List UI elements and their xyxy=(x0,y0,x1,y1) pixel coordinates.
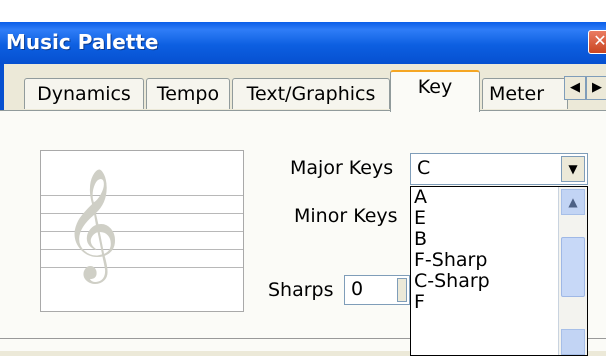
dropdown-arrow-icon[interactable]: ▼ xyxy=(561,156,585,182)
tab-text-graphics[interactable]: Text/Graphics xyxy=(232,78,390,109)
tab-tempo[interactable]: Tempo xyxy=(146,78,230,109)
tab-dynamics[interactable]: Dynamics xyxy=(24,78,144,109)
major-keys-dropdown-list: A E B F-Sharp C-Sharp F ▲ xyxy=(410,186,588,356)
sharps-label: Sharps xyxy=(268,279,334,301)
tab-label: Tempo xyxy=(156,83,220,105)
treble-clef-icon: 𝄞 xyxy=(63,167,120,279)
tab-label: Dynamics xyxy=(37,83,131,105)
title-bar[interactable]: Music Palette xyxy=(0,22,606,64)
tab-strip: Dynamics Tempo Text/Graphics Key Meter xyxy=(0,68,606,112)
left-arrow-icon: ◀ xyxy=(570,80,580,95)
tab-meter[interactable]: Meter xyxy=(482,78,568,109)
tab-label: Key xyxy=(417,76,453,98)
staff-preview: 𝄞 xyxy=(40,150,244,312)
minor-keys-label: Minor Keys xyxy=(294,205,398,227)
tab-label: Text/Graphics xyxy=(246,83,376,105)
window-title: Music Palette xyxy=(6,30,159,54)
tab-key[interactable]: Key xyxy=(390,70,480,112)
major-keys-label: Major Keys xyxy=(290,157,394,179)
scrollbar-thumb[interactable] xyxy=(561,237,585,297)
sharps-value: 0 xyxy=(351,278,364,300)
sharps-select[interactable]: 0 xyxy=(344,275,410,305)
tab-scroll-left-button[interactable]: ◀ xyxy=(564,76,586,100)
scroll-up-icon[interactable]: ▲ xyxy=(561,189,585,215)
dropdown-scrollbar[interactable]: ▲ xyxy=(558,187,587,355)
major-keys-value: C xyxy=(417,157,431,179)
right-arrow-icon: ▶ xyxy=(592,80,602,95)
major-keys-select[interactable]: C ▼ xyxy=(410,153,588,185)
tab-scroll-right-button[interactable]: ▶ xyxy=(586,76,606,100)
scroll-down-button[interactable] xyxy=(561,329,585,355)
close-button[interactable]: ✕ xyxy=(588,30,606,54)
tab-scroll-buttons: ◀ ▶ xyxy=(564,76,606,100)
tab-label: Meter xyxy=(489,83,545,105)
background-window-strip xyxy=(0,0,606,22)
dropdown-arrow-icon[interactable] xyxy=(397,278,407,302)
close-icon: ✕ xyxy=(593,31,606,50)
